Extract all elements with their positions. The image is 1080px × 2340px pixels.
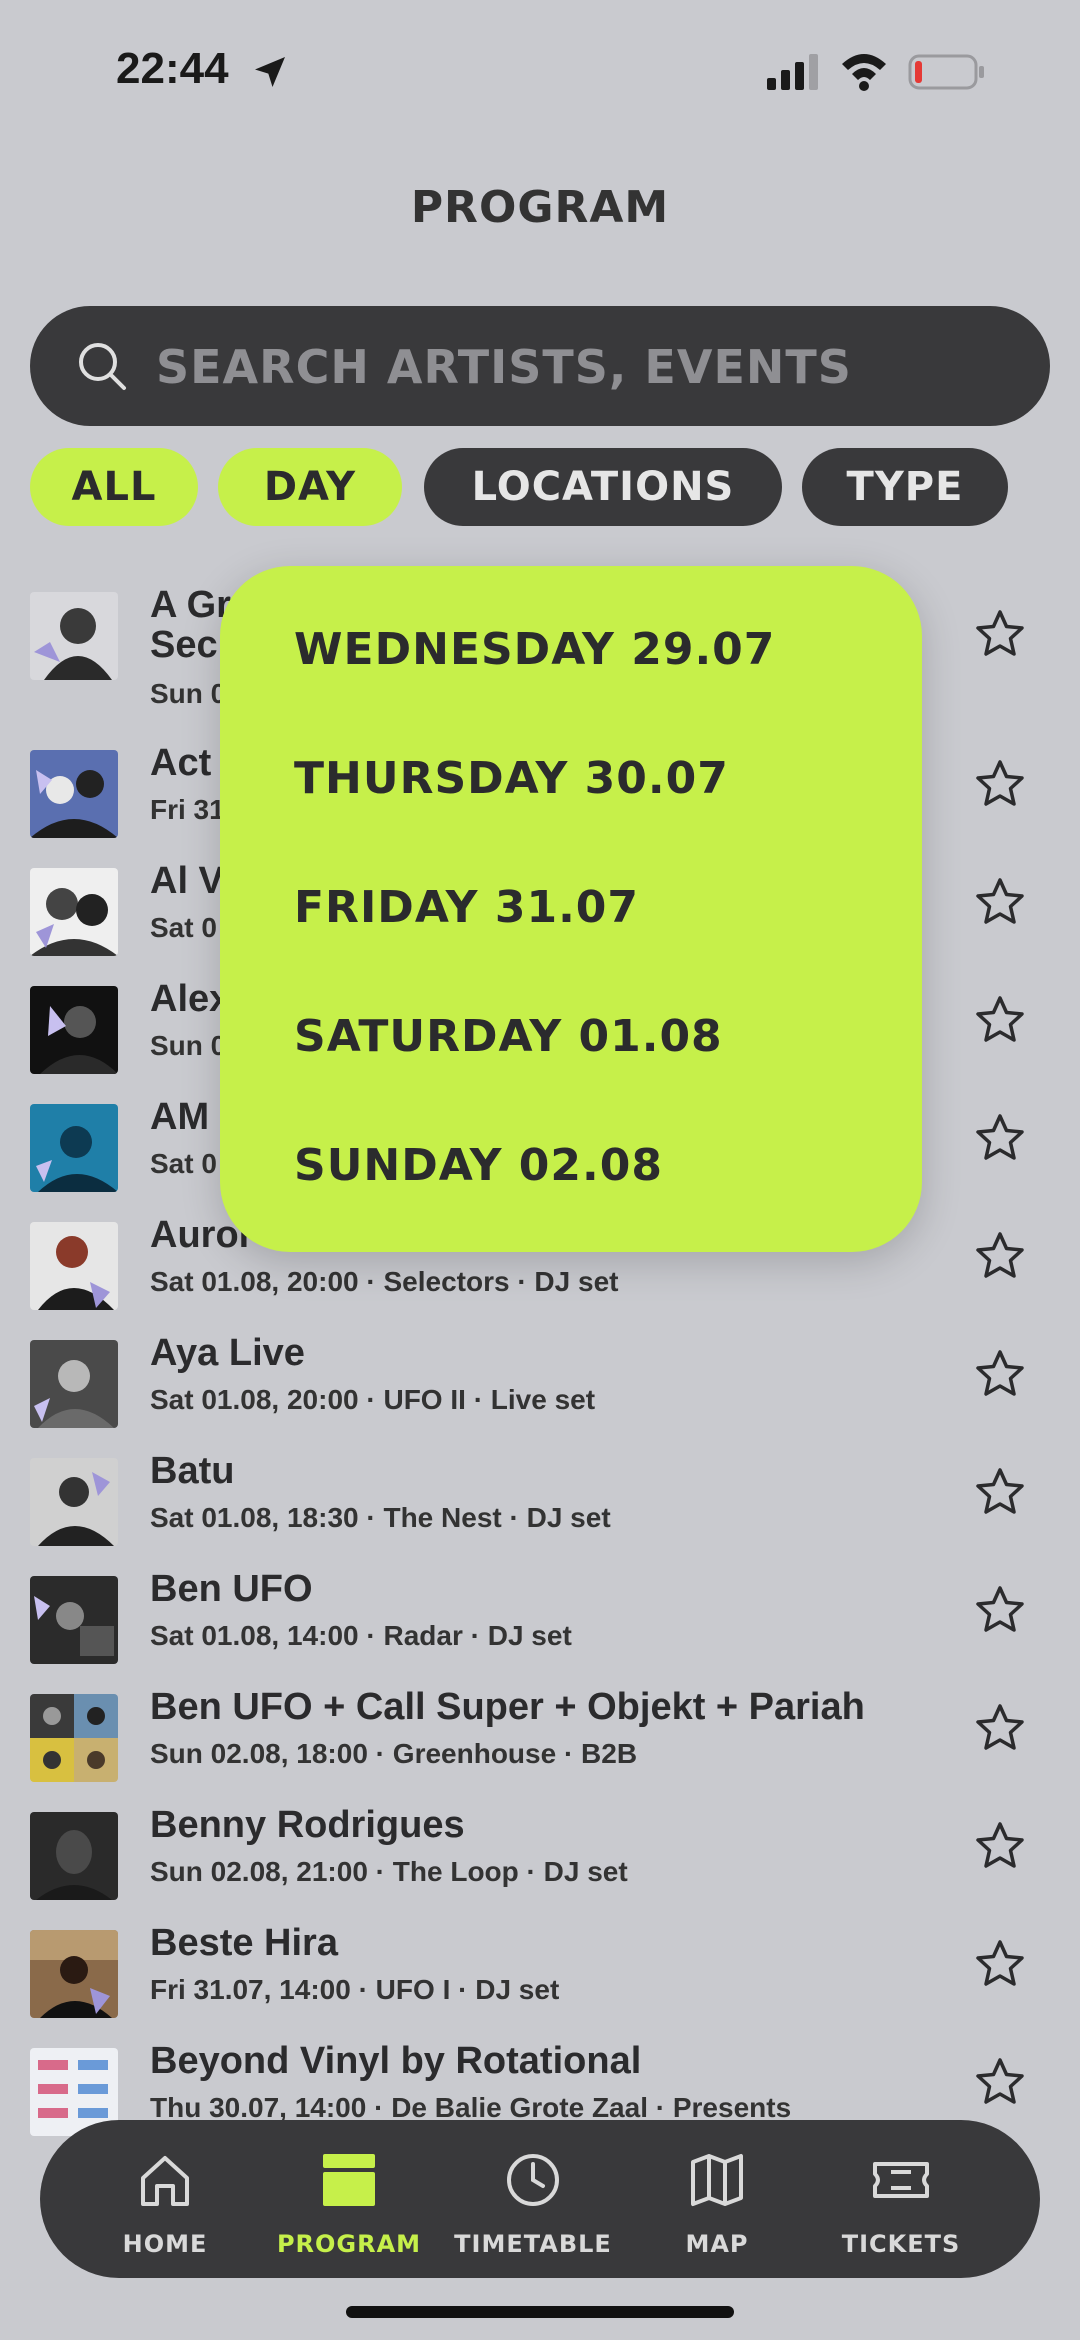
favorite-star-icon[interactable] (974, 1702, 1026, 1754)
day-option-thursday[interactable]: THURSDAY 30.07 (294, 753, 729, 804)
day-option-friday[interactable]: FRIDAY 31.07 (294, 882, 639, 933)
tab-tickets[interactable]: TICKETS (806, 2120, 996, 2278)
filter-chip-day[interactable]: DAY (218, 448, 402, 526)
page-title: PROGRAM (410, 182, 670, 233)
list-item-details: Fri 31.07, 14:00 · UFO I · DJ set (150, 1974, 560, 2005)
tab-timetable[interactable]: TIMETABLE (438, 2120, 628, 2278)
list-item-title: Beste Hira (150, 1922, 338, 1964)
day-option-saturday[interactable]: SATURDAY 01.08 (294, 1011, 723, 1062)
search-bar[interactable] (30, 306, 1050, 426)
search-input[interactable] (154, 336, 1018, 398)
favorite-star-icon[interactable] (974, 994, 1026, 1046)
favorite-star-icon[interactable] (974, 758, 1026, 810)
list-item-title: Al V (150, 860, 224, 902)
list-item-details: Fri 31 (150, 794, 225, 825)
list-item[interactable]: Benny Rodrigues Sun 02.08, 21:00 · The L… (0, 1804, 1080, 1922)
list-item-details: Sun 0 (150, 1030, 227, 1061)
favorite-star-icon[interactable] (974, 2056, 1026, 2108)
artist-photo (30, 1812, 118, 1900)
favorite-star-icon[interactable] (974, 1230, 1026, 1282)
map-icon (691, 2154, 743, 2206)
favorite-star-icon[interactable] (974, 1820, 1026, 1872)
artist-photo (30, 986, 118, 1074)
tab-label: MAP (685, 2230, 749, 2258)
list-item-details: Sat 01.08, 20:00 · UFO II · Live set (150, 1384, 596, 1415)
tab-label: TICKETS (841, 2230, 961, 2258)
list-item-title-line2: Sec (150, 624, 218, 666)
tab-program[interactable]: PROGRAM (254, 2120, 444, 2278)
list-item-title: Batu (150, 1450, 235, 1492)
filter-chip-locations[interactable]: LOCATIONS (424, 448, 782, 526)
artist-photo (30, 1222, 118, 1310)
program-icon (323, 2154, 375, 2206)
search-icon (79, 343, 126, 390)
tab-home[interactable]: HOME (70, 2120, 260, 2278)
day-dropdown-menu: WEDNESDAY 29.07 THURSDAY 30.07 FRIDAY 31… (220, 566, 922, 1252)
list-item-details: Sun 0 (150, 678, 227, 709)
filter-chip-all[interactable]: ALL (30, 448, 198, 526)
list-item-details: Sat 01.08, 20:00 · Selectors · DJ set (150, 1266, 619, 1297)
list-item[interactable]: Ben UFO Sat 01.08, 14:00 · Radar · DJ se… (0, 1568, 1080, 1686)
artist-photo (30, 1694, 118, 1782)
list-item-details: Sun 02.08, 21:00 · The Loop · DJ set (150, 1856, 628, 1887)
favorite-star-icon[interactable] (974, 1348, 1026, 1400)
list-item-details: Sat 0 (150, 1148, 217, 1179)
list-item-title: Ben UFO (150, 1568, 313, 1610)
artist-photo (30, 1576, 118, 1664)
ticket-icon (873, 2162, 929, 2198)
list-item[interactable]: Beste Hira Fri 31.07, 14:00 · UFO I · DJ… (0, 1922, 1080, 2040)
artist-photo (30, 750, 118, 838)
status-bar: 22:44 (0, 0, 1080, 140)
list-item-title: Alex (150, 978, 231, 1020)
list-item-title: Aya Live (150, 1332, 305, 1374)
wifi-icon (842, 54, 886, 91)
bottom-tab-bar: HOME PROGRAM TIMETABLE MAP TICKETS (40, 2120, 1040, 2278)
list-item-title: Act (150, 742, 212, 784)
clock-icon (507, 2154, 559, 2206)
artist-photo (30, 1104, 118, 1192)
battery-icon (908, 54, 984, 90)
list-item-details: Sat 01.08, 18:30 · The Nest · DJ set (150, 1502, 611, 1533)
location-arrow-icon (255, 57, 285, 87)
list-item[interactable]: Batu Sat 01.08, 18:30 · The Nest · DJ se… (0, 1450, 1080, 1568)
list-item-details: Sat 01.08, 14:00 · Radar · DJ set (150, 1620, 572, 1651)
list-item-title: Beyond Vinyl by Rotational (150, 2040, 642, 2082)
tab-label: TIMETABLE (454, 2230, 612, 2258)
artist-photo (30, 1458, 118, 1546)
list-item-details: Sat 0 (150, 912, 217, 943)
day-option-sunday[interactable]: SUNDAY 02.08 (294, 1140, 663, 1191)
artist-photo (30, 1930, 118, 2018)
artist-photo (30, 868, 118, 956)
artist-photo (30, 592, 118, 680)
tab-label: PROGRAM (276, 2230, 422, 2258)
home-icon (141, 2156, 189, 2206)
favorite-star-icon[interactable] (974, 1938, 1026, 1990)
cellular-signal-icon (767, 54, 818, 90)
list-item[interactable]: Ben UFO + Call Super + Objekt + Pariah S… (0, 1686, 1080, 1804)
artist-photo (30, 1340, 118, 1428)
list-item-title: Ben UFO + Call Super + Objekt + Pariah (150, 1686, 865, 1728)
home-indicator (346, 2306, 734, 2318)
list-item[interactable]: Aya Live Sat 01.08, 20:00 · UFO II · Liv… (0, 1332, 1080, 1450)
list-item-title: Benny Rodrigues (150, 1804, 465, 1846)
favorite-star-icon[interactable] (974, 1466, 1026, 1518)
tab-label: HOME (122, 2230, 208, 2258)
favorite-star-icon[interactable] (974, 876, 1026, 928)
favorite-star-icon[interactable] (974, 1584, 1026, 1636)
status-time: 22:44 (116, 44, 229, 93)
day-option-wednesday[interactable]: WEDNESDAY 29.07 (294, 624, 775, 675)
list-item-title: A Gr (150, 584, 231, 626)
filter-chip-type[interactable]: TYPE (802, 448, 1008, 526)
favorite-star-icon[interactable] (974, 1112, 1026, 1164)
tab-map[interactable]: MAP (622, 2120, 812, 2278)
list-item-title: AM (150, 1096, 210, 1138)
list-item-details: Sun 02.08, 18:00 · Greenhouse · B2B (150, 1738, 638, 1769)
favorite-star-icon[interactable] (974, 608, 1026, 660)
